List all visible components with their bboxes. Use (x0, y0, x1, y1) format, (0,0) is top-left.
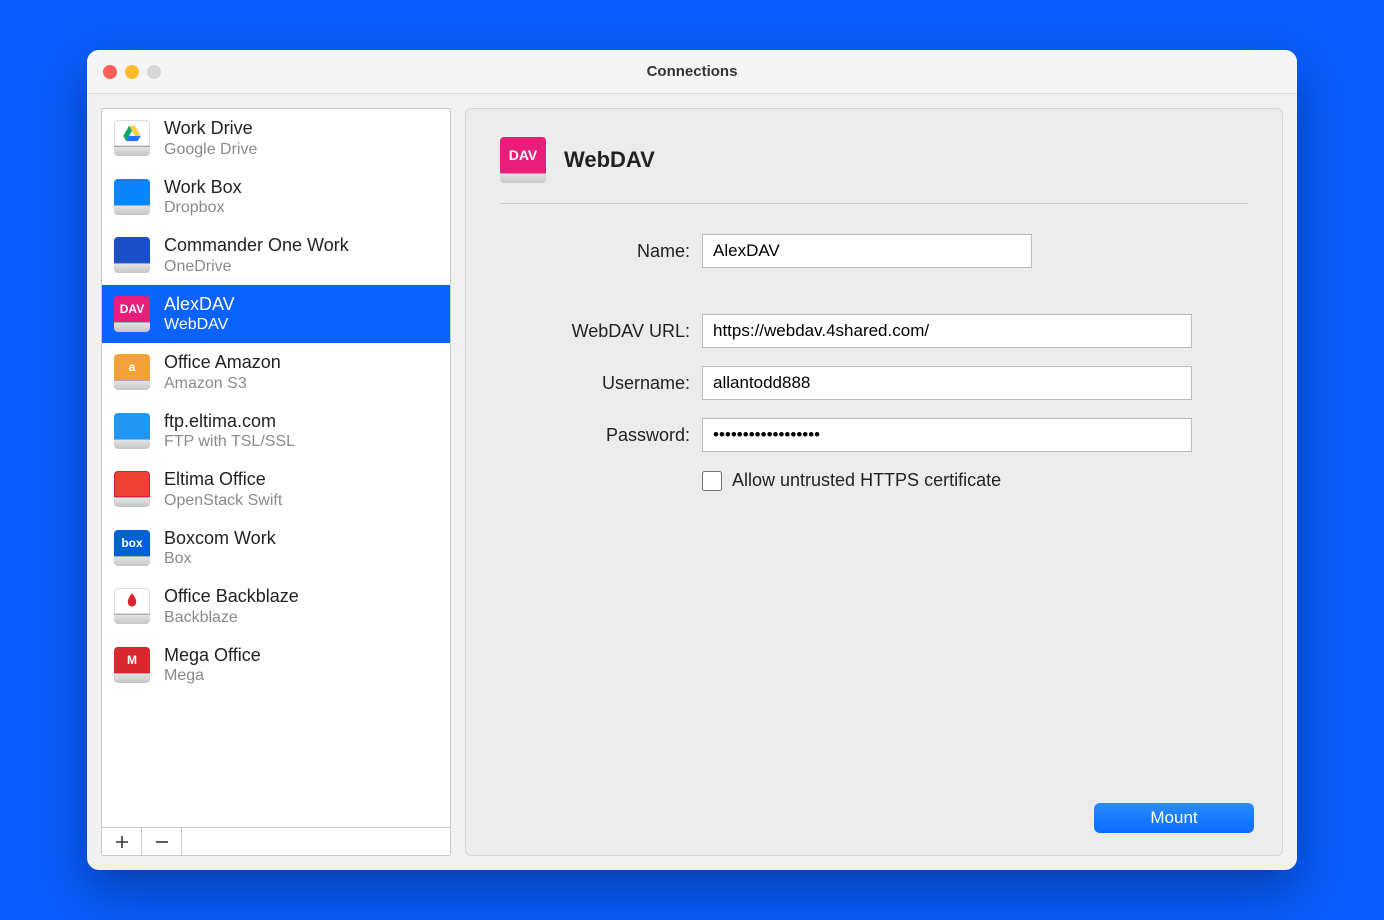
titlebar: Connections (87, 50, 1297, 94)
sidebar-item-mega[interactable]: M Mega OfficeMega (102, 636, 450, 695)
sidebar-item-label: Work Drive (164, 117, 257, 140)
window-title: Connections (87, 63, 1297, 80)
sidebar-item-sublabel: Google Drive (164, 140, 257, 160)
onedrive-icon (114, 237, 150, 273)
password-label: Password: (500, 425, 690, 446)
sidebar-item-sublabel: Backblaze (164, 608, 299, 628)
sidebar-item-label: Office Amazon (164, 351, 281, 374)
mega-icon: M (114, 647, 150, 683)
sidebar-item-label: Office Backblaze (164, 585, 299, 608)
sidebar-item-sublabel: WebDAV (164, 315, 235, 335)
username-label: Username: (500, 373, 690, 394)
backblaze-icon (114, 588, 150, 624)
name-input[interactable] (702, 234, 1032, 268)
gdrive-icon (114, 120, 150, 156)
connections-list: Work DriveGoogle DriveWork BoxDropboxCom… (102, 109, 450, 827)
name-label: Name: (500, 241, 690, 262)
minus-icon (155, 835, 169, 849)
webdav-url-input[interactable] (702, 314, 1192, 348)
sidebar-item-sublabel: Amazon S3 (164, 374, 281, 394)
sidebar-item-webdav[interactable]: DAV AlexDAVWebDAV (102, 285, 450, 344)
dropbox-icon (114, 179, 150, 215)
sidebar-item-sublabel: Dropbox (164, 198, 242, 218)
sidebar-item-sublabel: Mega (164, 666, 261, 686)
sidebar-item-amazon[interactable]: a Office AmazonAmazon S3 (102, 343, 450, 402)
allow-untrusted-label: Allow untrusted HTTPS certificate (732, 470, 1001, 491)
sidebar-item-backblaze[interactable]: Office BackblazeBackblaze (102, 577, 450, 636)
username-input[interactable] (702, 366, 1192, 400)
sidebar-item-sublabel: OneDrive (164, 257, 349, 277)
ftp-icon (114, 413, 150, 449)
webdav-icon: DAV (500, 137, 546, 183)
box-icon: box (114, 530, 150, 566)
add-connection-button[interactable] (102, 828, 142, 855)
sidebar-item-onedrive[interactable]: Commander One WorkOneDrive (102, 226, 450, 285)
webdav-icon: DAV (114, 296, 150, 332)
connections-window: Connections Work DriveGoogle DriveWork B… (87, 50, 1297, 870)
password-input[interactable] (702, 418, 1192, 452)
sidebar-item-box[interactable]: box Boxcom WorkBox (102, 519, 450, 578)
sidebar-item-dropbox[interactable]: Work BoxDropbox (102, 168, 450, 227)
sidebar-item-label: Eltima Office (164, 468, 282, 491)
connections-sidebar: Work DriveGoogle DriveWork BoxDropboxCom… (101, 108, 451, 856)
amazon-icon: a (114, 354, 150, 390)
mount-button[interactable]: Mount (1094, 803, 1254, 833)
remove-connection-button[interactable] (142, 828, 182, 855)
sidebar-item-sublabel: FTP with TSL/SSL (164, 432, 295, 452)
plus-icon (115, 835, 129, 849)
sidebar-item-ftp[interactable]: ftp.eltima.comFTP with TSL/SSL (102, 402, 450, 461)
detail-title: WebDAV (564, 147, 655, 173)
sidebar-item-sublabel: OpenStack Swift (164, 491, 282, 511)
sidebar-item-sublabel: Box (164, 549, 276, 569)
sidebar-item-label: Boxcom Work (164, 527, 276, 550)
url-label: WebDAV URL: (500, 321, 690, 342)
sidebar-item-label: Work Box (164, 176, 242, 199)
openstack-icon (114, 471, 150, 507)
sidebar-item-label: Mega Office (164, 644, 261, 667)
connection-form: Name: WebDAV URL: Username: Password: (500, 234, 1248, 491)
detail-header: DAV WebDAV (500, 137, 1248, 204)
sidebar-footer (102, 827, 450, 855)
sidebar-item-gdrive[interactable]: Work DriveGoogle Drive (102, 109, 450, 168)
sidebar-item-openstack[interactable]: Eltima OfficeOpenStack Swift (102, 460, 450, 519)
sidebar-item-label: AlexDAV (164, 293, 235, 316)
allow-untrusted-checkbox[interactable] (702, 471, 722, 491)
sidebar-item-label: Commander One Work (164, 234, 349, 257)
connection-detail-panel: DAV WebDAV Name: WebDAV URL: Username: (465, 108, 1283, 856)
sidebar-item-label: ftp.eltima.com (164, 410, 295, 433)
